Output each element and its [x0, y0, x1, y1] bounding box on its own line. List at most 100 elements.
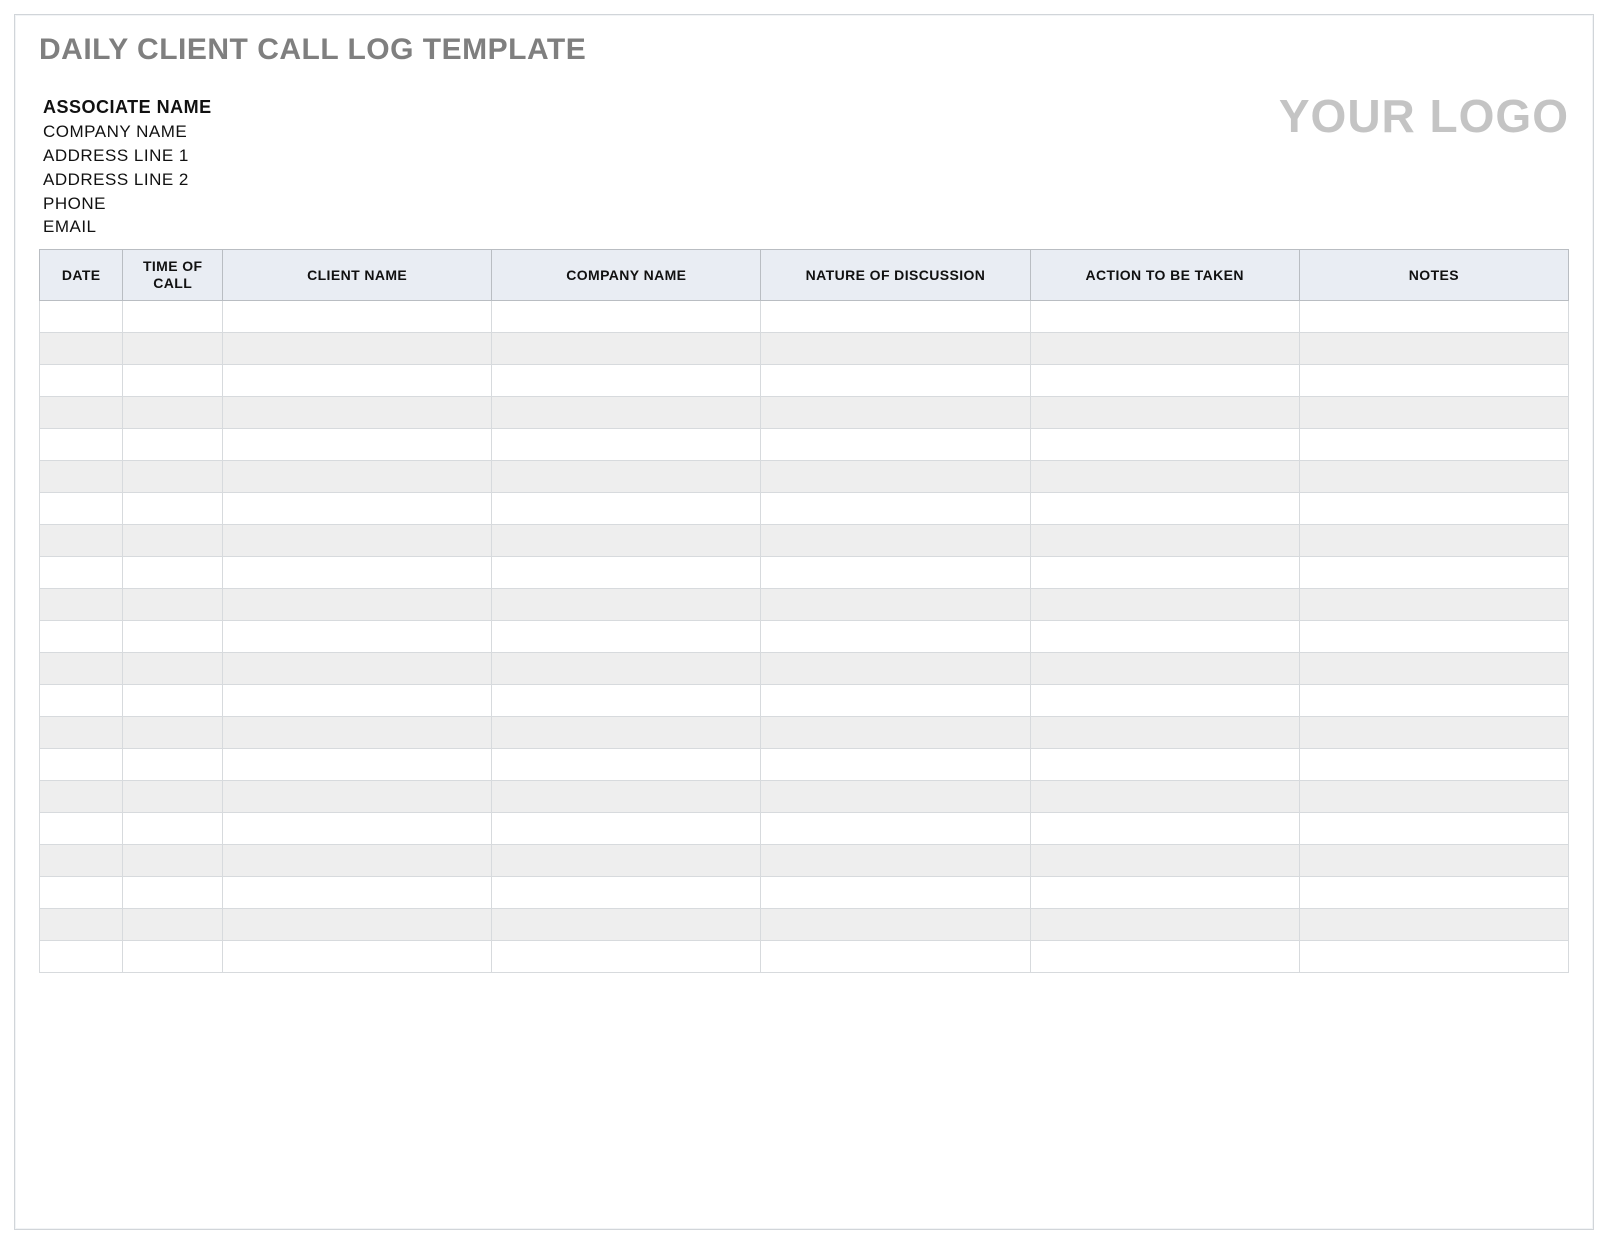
cell-notes[interactable]	[1299, 908, 1568, 940]
cell-nature[interactable]	[761, 428, 1030, 460]
cell-client[interactable]	[223, 332, 492, 364]
cell-notes[interactable]	[1299, 652, 1568, 684]
cell-nature[interactable]	[761, 460, 1030, 492]
cell-date[interactable]	[40, 428, 123, 460]
cell-action[interactable]	[1030, 428, 1299, 460]
cell-action[interactable]	[1030, 588, 1299, 620]
cell-nature[interactable]	[761, 556, 1030, 588]
cell-company[interactable]	[492, 908, 761, 940]
cell-company[interactable]	[492, 428, 761, 460]
cell-company[interactable]	[492, 748, 761, 780]
cell-notes[interactable]	[1299, 460, 1568, 492]
cell-date[interactable]	[40, 940, 123, 972]
cell-date[interactable]	[40, 716, 123, 748]
cell-company[interactable]	[492, 684, 761, 716]
cell-notes[interactable]	[1299, 684, 1568, 716]
cell-client[interactable]	[223, 588, 492, 620]
cell-notes[interactable]	[1299, 716, 1568, 748]
cell-date[interactable]	[40, 556, 123, 588]
cell-time[interactable]	[123, 300, 223, 332]
cell-action[interactable]	[1030, 652, 1299, 684]
cell-time[interactable]	[123, 364, 223, 396]
cell-notes[interactable]	[1299, 620, 1568, 652]
cell-action[interactable]	[1030, 460, 1299, 492]
cell-notes[interactable]	[1299, 332, 1568, 364]
cell-client[interactable]	[223, 748, 492, 780]
cell-nature[interactable]	[761, 652, 1030, 684]
cell-date[interactable]	[40, 396, 123, 428]
cell-date[interactable]	[40, 620, 123, 652]
cell-notes[interactable]	[1299, 556, 1568, 588]
cell-time[interactable]	[123, 620, 223, 652]
cell-notes[interactable]	[1299, 396, 1568, 428]
cell-company[interactable]	[492, 364, 761, 396]
cell-company[interactable]	[492, 652, 761, 684]
cell-date[interactable]	[40, 844, 123, 876]
cell-nature[interactable]	[761, 364, 1030, 396]
cell-client[interactable]	[223, 940, 492, 972]
cell-nature[interactable]	[761, 396, 1030, 428]
cell-client[interactable]	[223, 876, 492, 908]
cell-action[interactable]	[1030, 812, 1299, 844]
cell-time[interactable]	[123, 396, 223, 428]
cell-time[interactable]	[123, 812, 223, 844]
cell-company[interactable]	[492, 332, 761, 364]
cell-notes[interactable]	[1299, 300, 1568, 332]
cell-notes[interactable]	[1299, 844, 1568, 876]
cell-notes[interactable]	[1299, 428, 1568, 460]
cell-notes[interactable]	[1299, 940, 1568, 972]
cell-client[interactable]	[223, 492, 492, 524]
cell-nature[interactable]	[761, 844, 1030, 876]
cell-date[interactable]	[40, 332, 123, 364]
cell-date[interactable]	[40, 588, 123, 620]
cell-action[interactable]	[1030, 396, 1299, 428]
cell-client[interactable]	[223, 812, 492, 844]
cell-action[interactable]	[1030, 748, 1299, 780]
cell-client[interactable]	[223, 844, 492, 876]
cell-date[interactable]	[40, 524, 123, 556]
cell-client[interactable]	[223, 716, 492, 748]
cell-nature[interactable]	[761, 908, 1030, 940]
cell-client[interactable]	[223, 684, 492, 716]
cell-company[interactable]	[492, 524, 761, 556]
cell-nature[interactable]	[761, 716, 1030, 748]
cell-time[interactable]	[123, 844, 223, 876]
cell-action[interactable]	[1030, 524, 1299, 556]
cell-action[interactable]	[1030, 940, 1299, 972]
cell-client[interactable]	[223, 652, 492, 684]
cell-date[interactable]	[40, 748, 123, 780]
cell-action[interactable]	[1030, 556, 1299, 588]
cell-company[interactable]	[492, 876, 761, 908]
cell-company[interactable]	[492, 556, 761, 588]
cell-company[interactable]	[492, 780, 761, 812]
cell-date[interactable]	[40, 300, 123, 332]
cell-date[interactable]	[40, 812, 123, 844]
cell-company[interactable]	[492, 460, 761, 492]
cell-company[interactable]	[492, 844, 761, 876]
cell-client[interactable]	[223, 780, 492, 812]
cell-notes[interactable]	[1299, 780, 1568, 812]
cell-nature[interactable]	[761, 300, 1030, 332]
cell-date[interactable]	[40, 780, 123, 812]
cell-notes[interactable]	[1299, 492, 1568, 524]
cell-nature[interactable]	[761, 812, 1030, 844]
cell-date[interactable]	[40, 492, 123, 524]
cell-nature[interactable]	[761, 876, 1030, 908]
cell-time[interactable]	[123, 716, 223, 748]
cell-date[interactable]	[40, 652, 123, 684]
cell-nature[interactable]	[761, 588, 1030, 620]
cell-nature[interactable]	[761, 748, 1030, 780]
cell-client[interactable]	[223, 364, 492, 396]
cell-company[interactable]	[492, 588, 761, 620]
cell-client[interactable]	[223, 908, 492, 940]
cell-nature[interactable]	[761, 940, 1030, 972]
cell-time[interactable]	[123, 748, 223, 780]
cell-company[interactable]	[492, 620, 761, 652]
cell-time[interactable]	[123, 556, 223, 588]
cell-date[interactable]	[40, 460, 123, 492]
cell-notes[interactable]	[1299, 524, 1568, 556]
cell-action[interactable]	[1030, 844, 1299, 876]
cell-company[interactable]	[492, 300, 761, 332]
cell-time[interactable]	[123, 876, 223, 908]
cell-nature[interactable]	[761, 492, 1030, 524]
